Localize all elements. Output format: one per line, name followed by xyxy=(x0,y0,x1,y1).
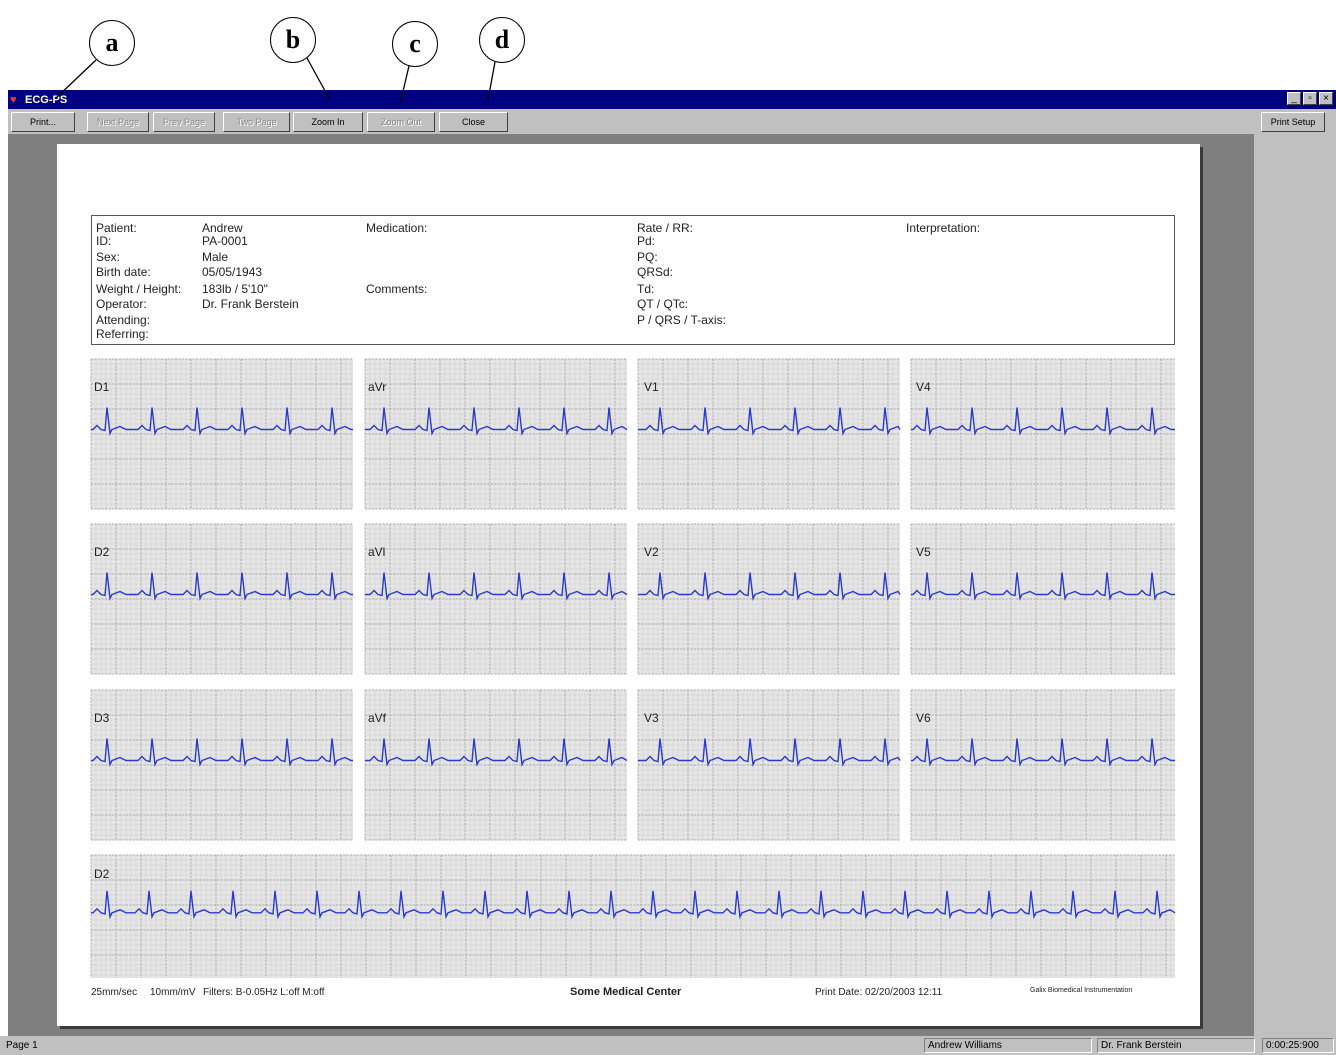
footer-print-date: Print Date: 02/20/2003 12:11 xyxy=(815,987,943,998)
lead-label-d1: D1 xyxy=(94,380,110,394)
lead-label-avf: aVf xyxy=(368,711,387,725)
status-doctor: Dr. Frank Berstein xyxy=(1097,1038,1255,1053)
footer-gain: 10mm/mV xyxy=(150,987,196,998)
status-patient: Andrew Williams xyxy=(924,1038,1092,1053)
lead-rhythm-d2-grid xyxy=(91,855,1175,978)
lead-label-v5: V5 xyxy=(916,545,931,559)
lead-label-avl: aVl xyxy=(368,545,386,559)
footer-speed: 25mm/sec xyxy=(91,987,138,998)
lead-label-v6: V6 xyxy=(916,711,931,725)
footer-center: Some Medical Center xyxy=(570,986,682,998)
footer-filters: Filters: B-0.05Hz L:off M:off xyxy=(203,987,325,998)
status-bar: Page 1 Andrew Williams Dr. Frank Berstei… xyxy=(0,1036,1336,1055)
lead-label-rhythm: D2 xyxy=(94,867,110,881)
lead-label-avr: aVr xyxy=(368,380,387,394)
lead-label-v3: V3 xyxy=(644,711,659,725)
lead-label-v4: V4 xyxy=(916,380,931,394)
lead-label-d2: D2 xyxy=(94,545,110,559)
ecg-traces xyxy=(90,358,1176,978)
footer-company: Galix Biomedical Instrumentation xyxy=(1030,987,1133,994)
lead-label-v2: V2 xyxy=(644,545,659,559)
status-page: Page 1 xyxy=(6,1040,38,1051)
lead-label-d3: D3 xyxy=(94,711,110,725)
status-time: 0:00:25:900 xyxy=(1262,1038,1334,1053)
lead-label-v1: V1 xyxy=(644,380,659,394)
